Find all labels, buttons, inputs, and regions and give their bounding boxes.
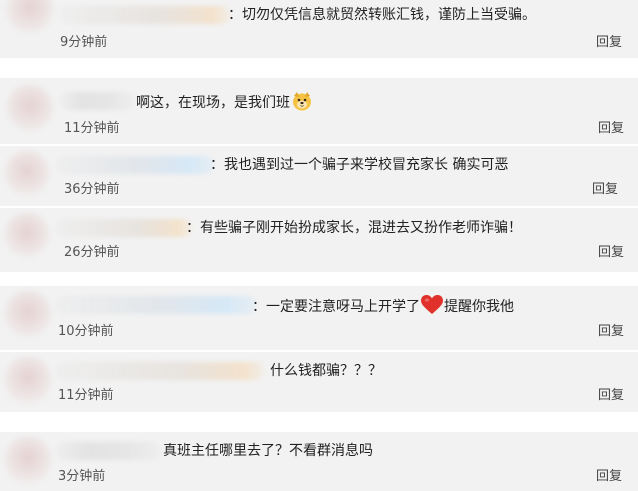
heart-icon xyxy=(421,295,443,315)
username[interactable] xyxy=(56,442,160,460)
comment-time: 10分钟前 xyxy=(58,324,114,339)
reply-button[interactable]: 回复 xyxy=(598,120,624,138)
comment-text: ：一定要注意呀马上开学了 提醒你我他 xyxy=(252,295,514,317)
comment-text: 啊这，在现场，是我们班 xyxy=(136,91,312,113)
comment-text: ：切勿仅凭信息就贸然转账汇钱，谨防上当受骗。 xyxy=(228,7,536,23)
avatar[interactable] xyxy=(6,84,54,132)
comment-time: 36分钟前 xyxy=(64,182,120,197)
comment-time: 26分钟前 xyxy=(64,245,120,260)
reply-button[interactable]: 回复 xyxy=(598,323,624,341)
avatar[interactable] xyxy=(4,212,50,258)
comment-text-body: 啊这，在现场，是我们班 xyxy=(136,95,290,111)
comment-card: 什么钱都骗？？？ 11分钟前 回复 xyxy=(0,352,638,412)
comment-text: 什么钱都骗？？？ xyxy=(270,363,382,379)
comment-feed: ：切勿仅凭信息就贸然转账汇钱，谨防上当受骗。 9分钟前 回复 啊这，在现场，是我… xyxy=(0,0,638,491)
comment-time: 11分钟前 xyxy=(64,121,120,136)
username[interactable] xyxy=(56,296,256,314)
username[interactable] xyxy=(60,92,134,110)
reply-button[interactable]: 回复 xyxy=(592,181,618,199)
comment-card: 啊这，在现场，是我们班 11分钟前 回复 xyxy=(0,78,638,144)
comment-text: ：我也遇到过一个骗子来学校冒充家长 确实可恶 xyxy=(210,157,509,173)
avatar[interactable] xyxy=(4,290,52,338)
comment-text-before: ：一定要注意呀马上开学了 xyxy=(252,299,420,315)
username[interactable] xyxy=(56,219,192,237)
comment-time: 9分钟前 xyxy=(60,35,108,50)
reply-button[interactable]: 回复 xyxy=(598,244,624,262)
comment-time: 3分钟前 xyxy=(58,469,106,484)
avatar[interactable] xyxy=(4,436,52,484)
reply-button[interactable]: 回复 xyxy=(596,468,622,486)
username[interactable] xyxy=(60,6,230,24)
comment-card: ：我也遇到过一个骗子来学校冒充家长 确实可恶 36分钟前 回复 xyxy=(0,146,638,206)
comment-text: 真班主任哪里去了？不看群消息吗 xyxy=(163,443,373,459)
comment-time: 11分钟前 xyxy=(58,388,114,403)
avatar[interactable] xyxy=(6,0,54,34)
dog-face-icon xyxy=(292,91,312,111)
reply-button[interactable]: 回复 xyxy=(598,387,624,405)
comment-card: ：有些骗子刚开始扮成家长，混进去又扮作老师诈骗！ 26分钟前 回复 xyxy=(0,208,638,272)
avatar[interactable] xyxy=(4,356,52,404)
comment-text-after: 提醒你我他 xyxy=(444,299,514,315)
avatar[interactable] xyxy=(4,150,50,196)
comment-card: ：切勿仅凭信息就贸然转账汇钱，谨防上当受骗。 9分钟前 回复 xyxy=(0,0,638,58)
comment-text: ：有些骗子刚开始扮成家长，混进去又扮作老师诈骗！ xyxy=(186,220,522,236)
username[interactable] xyxy=(56,362,264,380)
reply-button[interactable]: 回复 xyxy=(596,34,622,52)
comment-card: 真班主任哪里去了？不看群消息吗 3分钟前 回复 xyxy=(0,432,638,491)
username[interactable] xyxy=(56,156,214,174)
comment-card: ：一定要注意呀马上开学了 提醒你我他 10分钟前 回复 xyxy=(0,286,638,350)
